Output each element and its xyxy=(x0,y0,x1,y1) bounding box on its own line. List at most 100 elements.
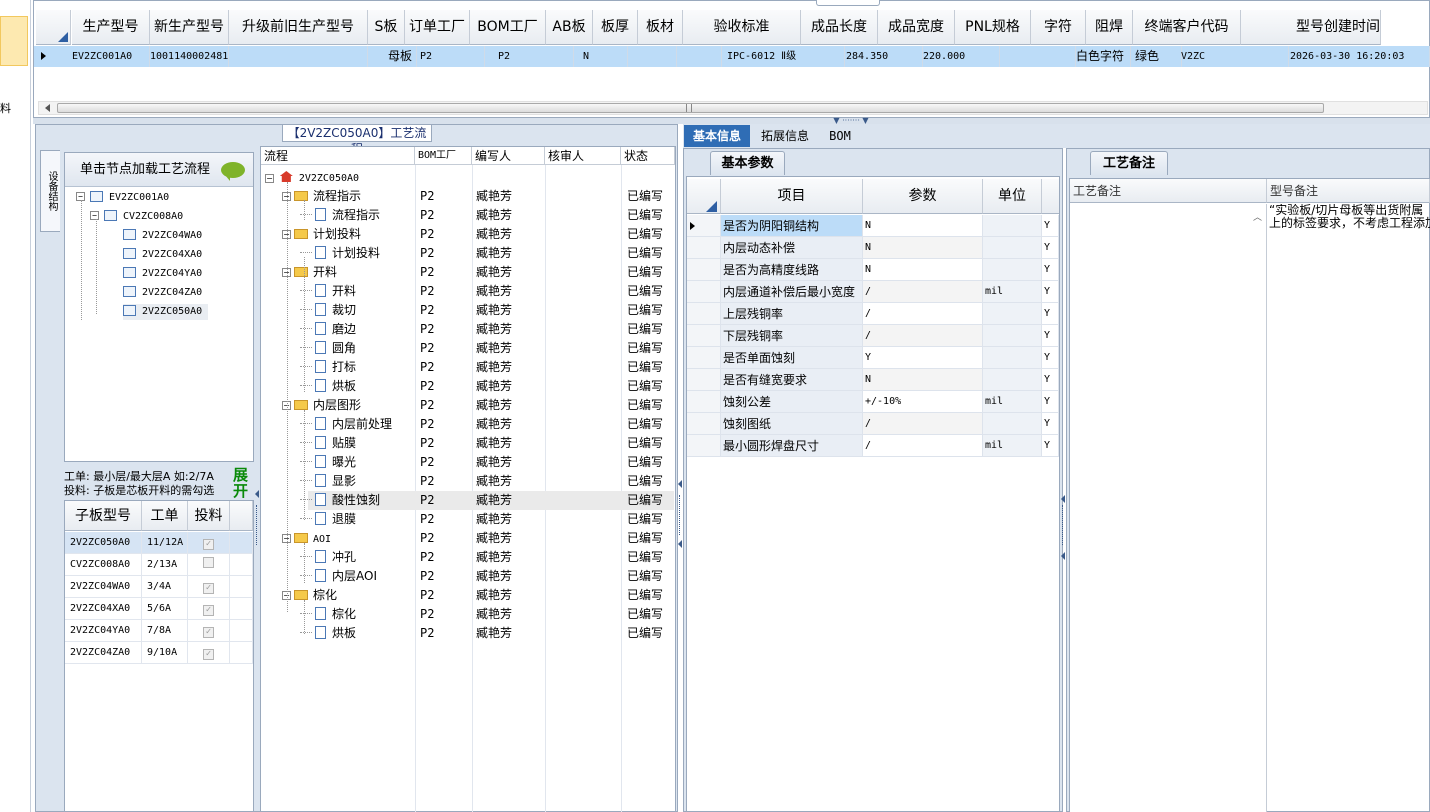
status-cell[interactable]: 已编写 xyxy=(627,320,663,339)
status-cell[interactable]: 已编写 xyxy=(627,605,663,624)
flow-step[interactable]: 裁切 xyxy=(300,301,356,320)
param-unit-cell[interactable]: mil xyxy=(983,391,1042,413)
col-sub-model[interactable]: 子板型号 xyxy=(65,501,142,531)
flow-step[interactable]: 磨边 xyxy=(300,320,356,339)
row-header[interactable] xyxy=(687,303,721,325)
work-order-cell[interactable]: 9/10A xyxy=(142,642,188,664)
status-cell[interactable]: 已编写 xyxy=(627,301,663,320)
param-item-cell[interactable]: 是否为高精度线路 xyxy=(721,259,863,281)
param-unit-cell[interactable] xyxy=(983,325,1042,347)
flow-step[interactable]: 棕化 xyxy=(300,605,356,624)
writer-cell[interactable]: 臧艳芳 xyxy=(476,434,512,453)
flow-bom-cell[interactable]: P2 xyxy=(420,529,434,548)
param-unit-cell[interactable] xyxy=(983,215,1042,237)
tab-extended-info[interactable]: 拓展信息 xyxy=(753,125,817,147)
status-cell[interactable]: 已编写 xyxy=(627,586,663,605)
flow-bom-cell[interactable]: P2 xyxy=(420,472,434,491)
writer-cell[interactable]: 臧艳芳 xyxy=(476,586,512,605)
feed-checkbox[interactable]: ✓ xyxy=(203,583,214,594)
param-value-cell[interactable]: / xyxy=(863,413,983,435)
status-cell[interactable]: 已编写 xyxy=(627,510,663,529)
writer-cell[interactable]: 臧艳芳 xyxy=(476,529,512,548)
writer-cell[interactable]: 臧艳芳 xyxy=(476,605,512,624)
status-cell[interactable]: 已编写 xyxy=(627,358,663,377)
status-cell[interactable]: 已编写 xyxy=(627,491,663,510)
status-cell[interactable]: 已编写 xyxy=(627,339,663,358)
writer-cell[interactable]: 臧艳芳 xyxy=(476,491,512,510)
param-item-cell[interactable]: 蚀刻图纸 xyxy=(721,413,863,435)
status-cell[interactable]: 已编写 xyxy=(627,396,663,415)
col-thickness[interactable]: 板厚 xyxy=(593,10,638,45)
row-header[interactable] xyxy=(687,237,721,259)
feed-checkbox[interactable]: ✓ xyxy=(203,627,214,638)
tree-node[interactable]: 2V2ZC050A0 xyxy=(123,304,209,320)
flow-step[interactable]: − 流程指示 xyxy=(282,187,361,206)
cell-thickness[interactable] xyxy=(632,46,677,67)
status-cell[interactable]: 已编写 xyxy=(627,187,663,206)
flow-bom-cell[interactable]: P2 xyxy=(420,510,434,529)
writer-cell[interactable]: 臧艳芳 xyxy=(476,510,512,529)
flow-bom-cell[interactable]: P2 xyxy=(420,187,434,206)
flow-step[interactable]: − 计划投料 xyxy=(282,225,361,244)
sub-model-cell[interactable]: CV2ZC008A0 xyxy=(65,554,142,576)
flow-step[interactable]: 冲孔 xyxy=(300,548,356,567)
flow-bom-cell[interactable]: P2 xyxy=(420,586,434,605)
flow-step[interactable]: 开料 xyxy=(300,282,356,301)
cell-customer[interactable]: V2ZC xyxy=(1181,46,1289,67)
cell-material[interactable] xyxy=(677,46,722,67)
flow-step[interactable]: − AOI xyxy=(282,529,331,548)
cell-s-board[interactable]: 母板 xyxy=(380,46,417,67)
param-value-cell[interactable]: N xyxy=(863,369,983,391)
param-item-cell[interactable]: 下层残铜率 xyxy=(721,325,863,347)
col-item[interactable]: 项目 xyxy=(721,179,863,214)
param-unit-cell[interactable]: mil xyxy=(983,281,1042,303)
col-pnl[interactable]: PNL规格 xyxy=(955,10,1031,45)
flow-bom-cell[interactable]: P2 xyxy=(420,396,434,415)
row-header[interactable] xyxy=(687,325,721,347)
writer-cell[interactable]: 臧艳芳 xyxy=(476,339,512,358)
param-unit-cell[interactable] xyxy=(983,303,1042,325)
tab-basic-params[interactable]: 基本参数 xyxy=(710,151,785,175)
param-item-cell[interactable]: 最小圆形焊盘尺寸 xyxy=(721,435,863,457)
sub-model-cell[interactable]: 2V2ZC04WA0 xyxy=(65,576,142,598)
cell-created[interactable]: 2026-03-30 16:20:03 xyxy=(1288,46,1430,67)
param-value-cell[interactable]: N xyxy=(863,215,983,237)
flow-bom-cell[interactable]: P2 xyxy=(420,453,434,472)
flow-bom-cell[interactable]: P2 xyxy=(420,225,434,244)
param-value-cell[interactable]: / xyxy=(863,303,983,325)
sub-model-cell[interactable]: 2V2ZC04XA0 xyxy=(65,598,142,620)
col-ab-board[interactable]: AB板 xyxy=(546,10,593,45)
flow-bom-cell[interactable]: P2 xyxy=(420,358,434,377)
cell-standard[interactable]: IPC-6012 Ⅱ级 xyxy=(727,46,845,67)
status-cell[interactable]: 已编写 xyxy=(627,282,663,301)
writer-cell[interactable]: 臧艳芳 xyxy=(476,472,512,491)
flow-bom-cell[interactable]: P2 xyxy=(420,548,434,567)
status-cell[interactable]: 已编写 xyxy=(627,529,663,548)
writer-cell[interactable]: 臧艳芳 xyxy=(476,187,512,206)
status-cell[interactable]: 已编写 xyxy=(627,263,663,282)
flow-bom-cell[interactable]: P2 xyxy=(420,377,434,396)
col-length[interactable]: 成品长度 xyxy=(801,10,878,45)
col-prod-model[interactable]: 生产型号 xyxy=(72,10,150,45)
writer-cell[interactable]: 臧艳芳 xyxy=(476,415,512,434)
right-splitter-grip[interactable] xyxy=(1062,505,1065,545)
row-header[interactable] xyxy=(687,281,721,303)
sub-model-cell[interactable]: 2V2ZC050A0 xyxy=(65,532,142,554)
col-writer[interactable]: 编写人 xyxy=(472,147,545,165)
flow-bom-cell[interactable]: P2 xyxy=(420,339,434,358)
flow-step[interactable]: 显影 xyxy=(300,472,356,491)
work-order-cell[interactable]: 2/13A xyxy=(142,554,188,576)
col-param[interactable]: 参数 xyxy=(863,179,983,214)
flow-step[interactable]: − 开料 xyxy=(282,263,337,282)
sub-model-cell[interactable]: 2V2ZC04YA0 xyxy=(65,620,142,642)
row-header[interactable] xyxy=(687,369,721,391)
feed-checkbox[interactable] xyxy=(203,557,214,568)
flow-step[interactable]: 内层前处理 xyxy=(300,415,392,434)
row-header[interactable] xyxy=(687,347,721,369)
work-order-cell[interactable]: 11/12A xyxy=(142,532,188,554)
flow-step[interactable]: 退膜 xyxy=(300,510,356,529)
expand-button[interactable]: 展开 xyxy=(233,467,251,501)
flow-bom-cell[interactable]: P2 xyxy=(420,567,434,586)
tab-bom[interactable]: BOM xyxy=(820,125,860,147)
tree-node[interactable]: 2V2ZC04YA0 xyxy=(123,266,202,282)
